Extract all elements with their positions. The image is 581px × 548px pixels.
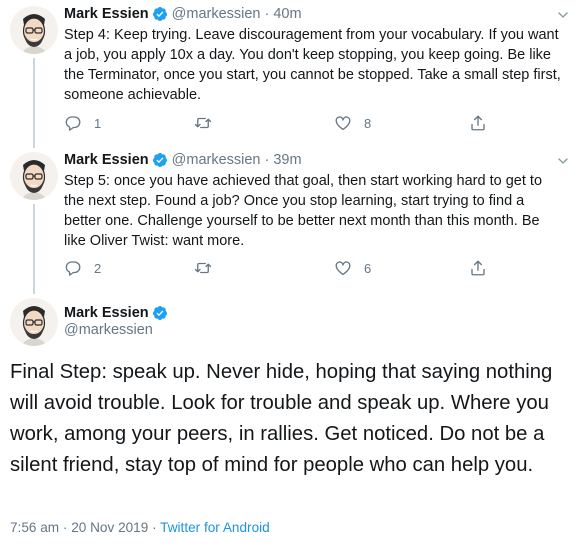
tweet-time[interactable]: 7:56 am <box>10 520 59 535</box>
like-count: 8 <box>364 115 372 131</box>
tweet-text-main: Final Step: speak up. Never hide, hoping… <box>10 361 553 476</box>
author-handle[interactable]: @markessien <box>172 6 261 22</box>
author-name[interactable]: Mark Essien <box>64 6 149 22</box>
reply-button[interactable]: 2 <box>64 259 101 277</box>
avatar[interactable] <box>10 298 58 346</box>
separator: · <box>152 520 157 535</box>
share-icon <box>469 114 487 132</box>
tweet[interactable]: Mark Essien @markessien · 40m Step 4: Ke… <box>0 0 581 145</box>
like-icon <box>334 114 352 132</box>
author-name[interactable]: Mark Essien <box>64 305 149 321</box>
verified-icon <box>152 305 168 321</box>
chevron-down-icon[interactable] <box>555 7 571 23</box>
tweet-text: Step 4: Keep trying. Leave discouragemen… <box>64 27 561 103</box>
reply-icon <box>64 259 82 277</box>
retweet-button[interactable] <box>194 259 224 277</box>
retweet-icon <box>194 114 212 132</box>
separator: · <box>264 152 270 168</box>
tweet-time[interactable]: 40m <box>273 6 301 22</box>
like-count: 6 <box>364 260 372 276</box>
separator: · <box>264 6 270 22</box>
verified-icon <box>152 6 168 22</box>
avatar[interactable] <box>10 152 58 200</box>
tweet-text: Step 5: once you have achieved that goal… <box>64 173 543 249</box>
author-handle[interactable]: @markessien <box>64 322 153 338</box>
tweet-meta: 7:56 am · 20 Nov 2019 · Twitter for Andr… <box>10 520 270 535</box>
reply-count: 2 <box>94 260 102 276</box>
share-button[interactable] <box>469 114 499 132</box>
reply-count: 1 <box>94 115 102 131</box>
share-button[interactable] <box>469 259 499 277</box>
like-button[interactable]: 8 <box>334 114 371 132</box>
reply-button[interactable]: 1 <box>64 114 101 132</box>
tweet-time[interactable]: 39m <box>273 152 301 168</box>
reply-icon <box>64 114 82 132</box>
like-button[interactable]: 6 <box>334 259 371 277</box>
verified-icon <box>152 152 168 168</box>
author-name[interactable]: Mark Essien <box>64 152 149 168</box>
like-icon <box>334 259 352 277</box>
author-handle[interactable]: @markessien <box>172 152 261 168</box>
chevron-down-icon[interactable] <box>555 153 571 169</box>
separator: · <box>62 520 68 535</box>
source-app-link[interactable]: Twitter for Android <box>160 520 270 535</box>
tweet-date[interactable]: 20 Nov 2019 <box>71 520 148 535</box>
tweet[interactable]: Mark Essien @markessien · 39m Step 5: on… <box>0 146 581 291</box>
share-icon <box>469 259 487 277</box>
avatar[interactable] <box>10 6 58 54</box>
retweet-button[interactable] <box>194 114 224 132</box>
retweet-icon <box>194 259 212 277</box>
